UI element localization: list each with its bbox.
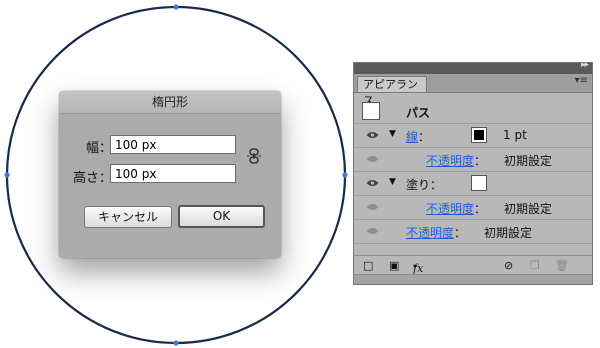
panel-titlebar[interactable]: ▸▸ [354,60,592,74]
anchor-bottom[interactable] [173,340,179,346]
eye-icon[interactable] [366,202,379,212]
stroke-opacity-link[interactable]: 不透明度 [426,154,474,168]
anchor-right[interactable] [342,172,348,178]
object-opacity-colon: ： [454,226,467,240]
new-stroke-icon[interactable]: □ [363,259,373,272]
fill-opacity-link[interactable]: 不透明度 [426,202,474,216]
fill-label: 塗り： [406,178,443,192]
cancel-button[interactable]: キャンセル [84,206,172,228]
stroke-colon: ： [418,130,431,144]
panel-resize-grip[interactable] [354,274,592,284]
object-row[interactable]: パス [354,100,592,124]
width-input[interactable] [110,135,236,154]
delete-icon[interactable]: 🗑 [555,259,569,272]
duplicate-item-icon[interactable]: ❐ [530,259,540,272]
ellipse-dialog: 楕円形 幅： 高さ： キャンセル OK [59,91,281,258]
stroke-opacity-row[interactable]: 不透明度： 初期設定 [354,148,592,172]
ok-button[interactable]: OK [178,205,265,228]
stroke-weight[interactable]: 1 pt [503,128,527,142]
panel-menu-icon[interactable]: ▾≡ [575,75,588,86]
stroke-opacity-value: 初期設定 [504,154,553,168]
collapse-panel-icon[interactable]: ▸▸ [581,60,589,70]
eye-icon[interactable] [366,178,379,188]
height-label: 高さ： [73,171,113,186]
object-opacity-value: 初期設定 [484,226,533,240]
fill-color-swatch[interactable] [471,175,487,191]
fill-opacity-row[interactable]: 不透明度： 初期設定 [354,196,592,220]
disclosure-triangle-icon[interactable]: ▼ [389,129,396,139]
panel-tab-row: アピアランス ▾≡ [354,74,592,107]
dialog-title: 楕円形 [59,91,281,114]
stroke-opacity-colon: ： [474,154,487,168]
stroke-link[interactable]: 線 [406,130,418,144]
appearance-panel: ▸▸ アピアランス ▾≡ パス ▼ 線： 1 pt 不透明度： 初期設定 ▼ 塗… [353,60,593,285]
object-opacity-link[interactable]: 不透明度 [406,226,454,240]
anchor-left[interactable] [4,172,10,178]
anchor-top[interactable] [173,4,179,10]
eye-icon[interactable] [366,154,379,164]
eye-icon[interactable] [366,130,379,140]
width-label: 幅： [86,141,113,156]
stroke-row[interactable]: ▼ 線： 1 pt [354,124,592,148]
eye-icon[interactable] [366,226,379,236]
fill-opacity-value: 初期設定 [504,202,553,216]
object-label: パス [406,106,431,120]
clear-appearance-icon[interactable]: ⊘ [504,259,513,272]
link-constrain-icon[interactable] [247,148,261,164]
panel-toolbar: □ ▣ fx ▾ ⊘ ❐ 🗑 [354,255,592,276]
new-fill-icon[interactable]: ▣ [389,259,399,272]
tab-appearance[interactable]: アピアランス [357,76,427,107]
fill-row[interactable]: ▼ 塗り： [354,172,592,196]
object-thumbnail [362,102,380,120]
disclosure-triangle-icon[interactable]: ▼ [389,177,396,187]
object-opacity-row[interactable]: 不透明度： 初期設定 [354,220,592,244]
height-input[interactable] [110,164,236,183]
stroke-color-swatch[interactable] [471,127,487,143]
fill-opacity-colon: ： [474,202,487,216]
